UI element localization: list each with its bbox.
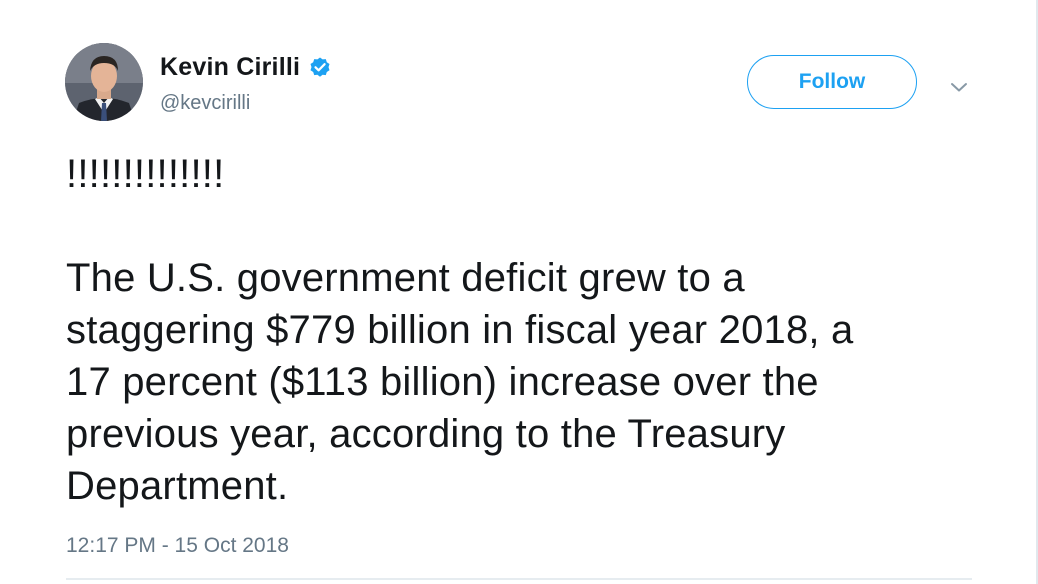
divider [66, 578, 972, 580]
tweet-text: !!!!!!!!!!!!!! The U.S. government defic… [66, 152, 854, 508]
chevron-down-icon [951, 83, 967, 92]
avatar-image [65, 43, 143, 121]
more-options-button[interactable] [944, 72, 974, 102]
avatar[interactable] [65, 43, 143, 121]
verified-badge-icon [308, 55, 332, 79]
display-name[interactable]: Kevin Cirilli [160, 50, 300, 84]
user-name-row[interactable]: Kevin Cirilli [160, 50, 332, 84]
follow-button[interactable]: Follow [747, 55, 917, 109]
user-handle[interactable]: @kevcirilli [160, 90, 250, 116]
tweet-card: Kevin Cirilli @kevcirilli Follow !!!!!!!… [0, 0, 1038, 584]
tweet-timestamp[interactable]: 12:17 PM - 15 Oct 2018 [66, 532, 289, 560]
